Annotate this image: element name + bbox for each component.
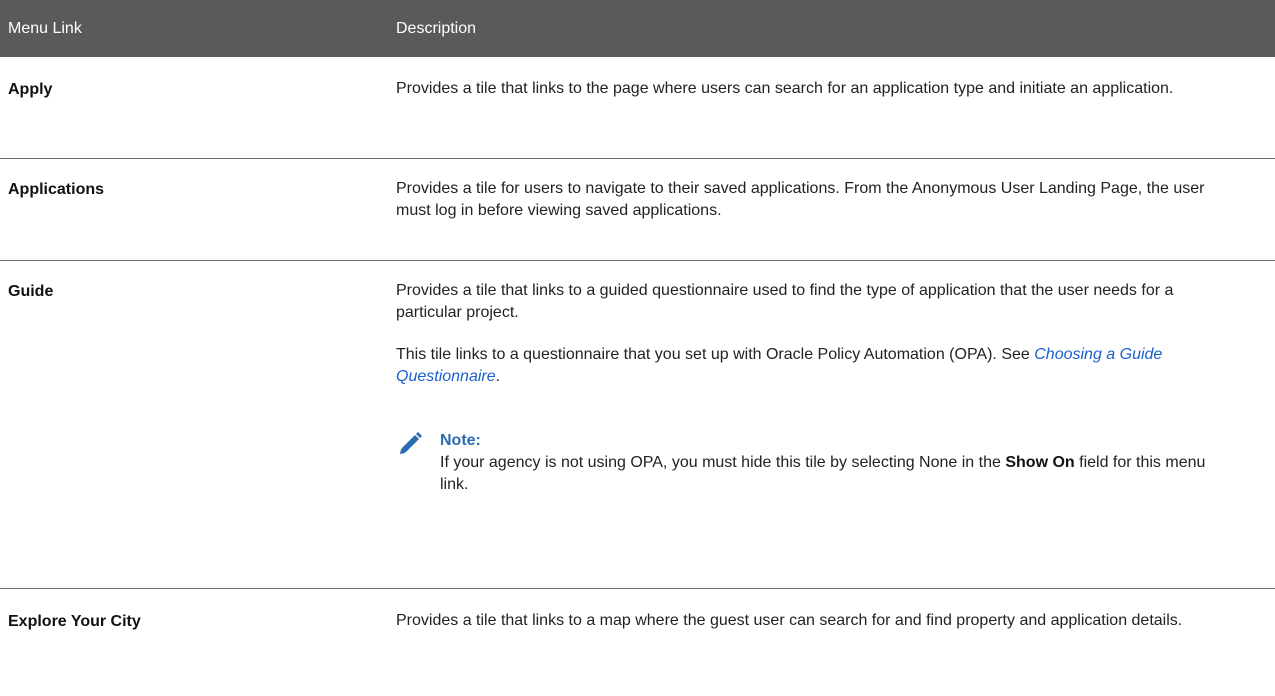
menu-links-table: Menu Link Description Apply Provides a t… <box>0 0 1275 689</box>
pencil-icon <box>396 430 434 496</box>
header-description: Description <box>396 19 477 37</box>
description-text: Provides a tile for users to navigate to… <box>396 180 1205 219</box>
table-header: Menu Link Description <box>0 0 1275 57</box>
menu-link-description: Provides a tile that links to the page w… <box>396 57 1216 158</box>
note-text-before: If your agency is not using OPA, you mus… <box>440 454 1006 471</box>
description-prefix: This tile links to a questionnaire that … <box>396 346 1035 363</box>
description-suffix: . <box>495 368 501 385</box>
description-text: Provides a tile that links to a map wher… <box>396 612 1183 629</box>
description-text: Provides a tile that links to the page w… <box>396 80 1174 97</box>
table-row: Guide Provides a tile that links to a gu… <box>0 261 1275 589</box>
note-title: Note: <box>440 432 481 449</box>
header-menu-link: Menu Link <box>8 19 82 37</box>
menu-link-description: Provides a tile that links to a map wher… <box>396 589 1216 689</box>
note-text: If your agency is not using OPA, you mus… <box>440 452 1216 496</box>
note-body: Note: If your agency is not using OPA, y… <box>440 430 1216 496</box>
description-text: Provides a tile that links to a guided q… <box>396 282 1174 321</box>
table-row: Applications Provides a tile for users t… <box>0 159 1275 261</box>
menu-link-name: Explore Your City <box>8 613 141 630</box>
table-row: Apply Provides a tile that links to the … <box>0 57 1275 159</box>
menu-link-description: Provides a tile that links to a guided q… <box>396 261 1216 588</box>
menu-link-description: Provides a tile for users to navigate to… <box>396 159 1216 260</box>
table-row: Explore Your City Provides a tile that l… <box>0 589 1275 689</box>
note-box: Note: If your agency is not using OPA, y… <box>396 430 1216 496</box>
note-text-bold: Show On <box>1005 454 1075 471</box>
menu-link-name: Apply <box>8 81 53 98</box>
menu-link-name: Applications <box>8 181 105 198</box>
menu-link-name: Guide <box>8 283 54 300</box>
description-text-2: This tile links to a questionnaire that … <box>396 344 1216 388</box>
